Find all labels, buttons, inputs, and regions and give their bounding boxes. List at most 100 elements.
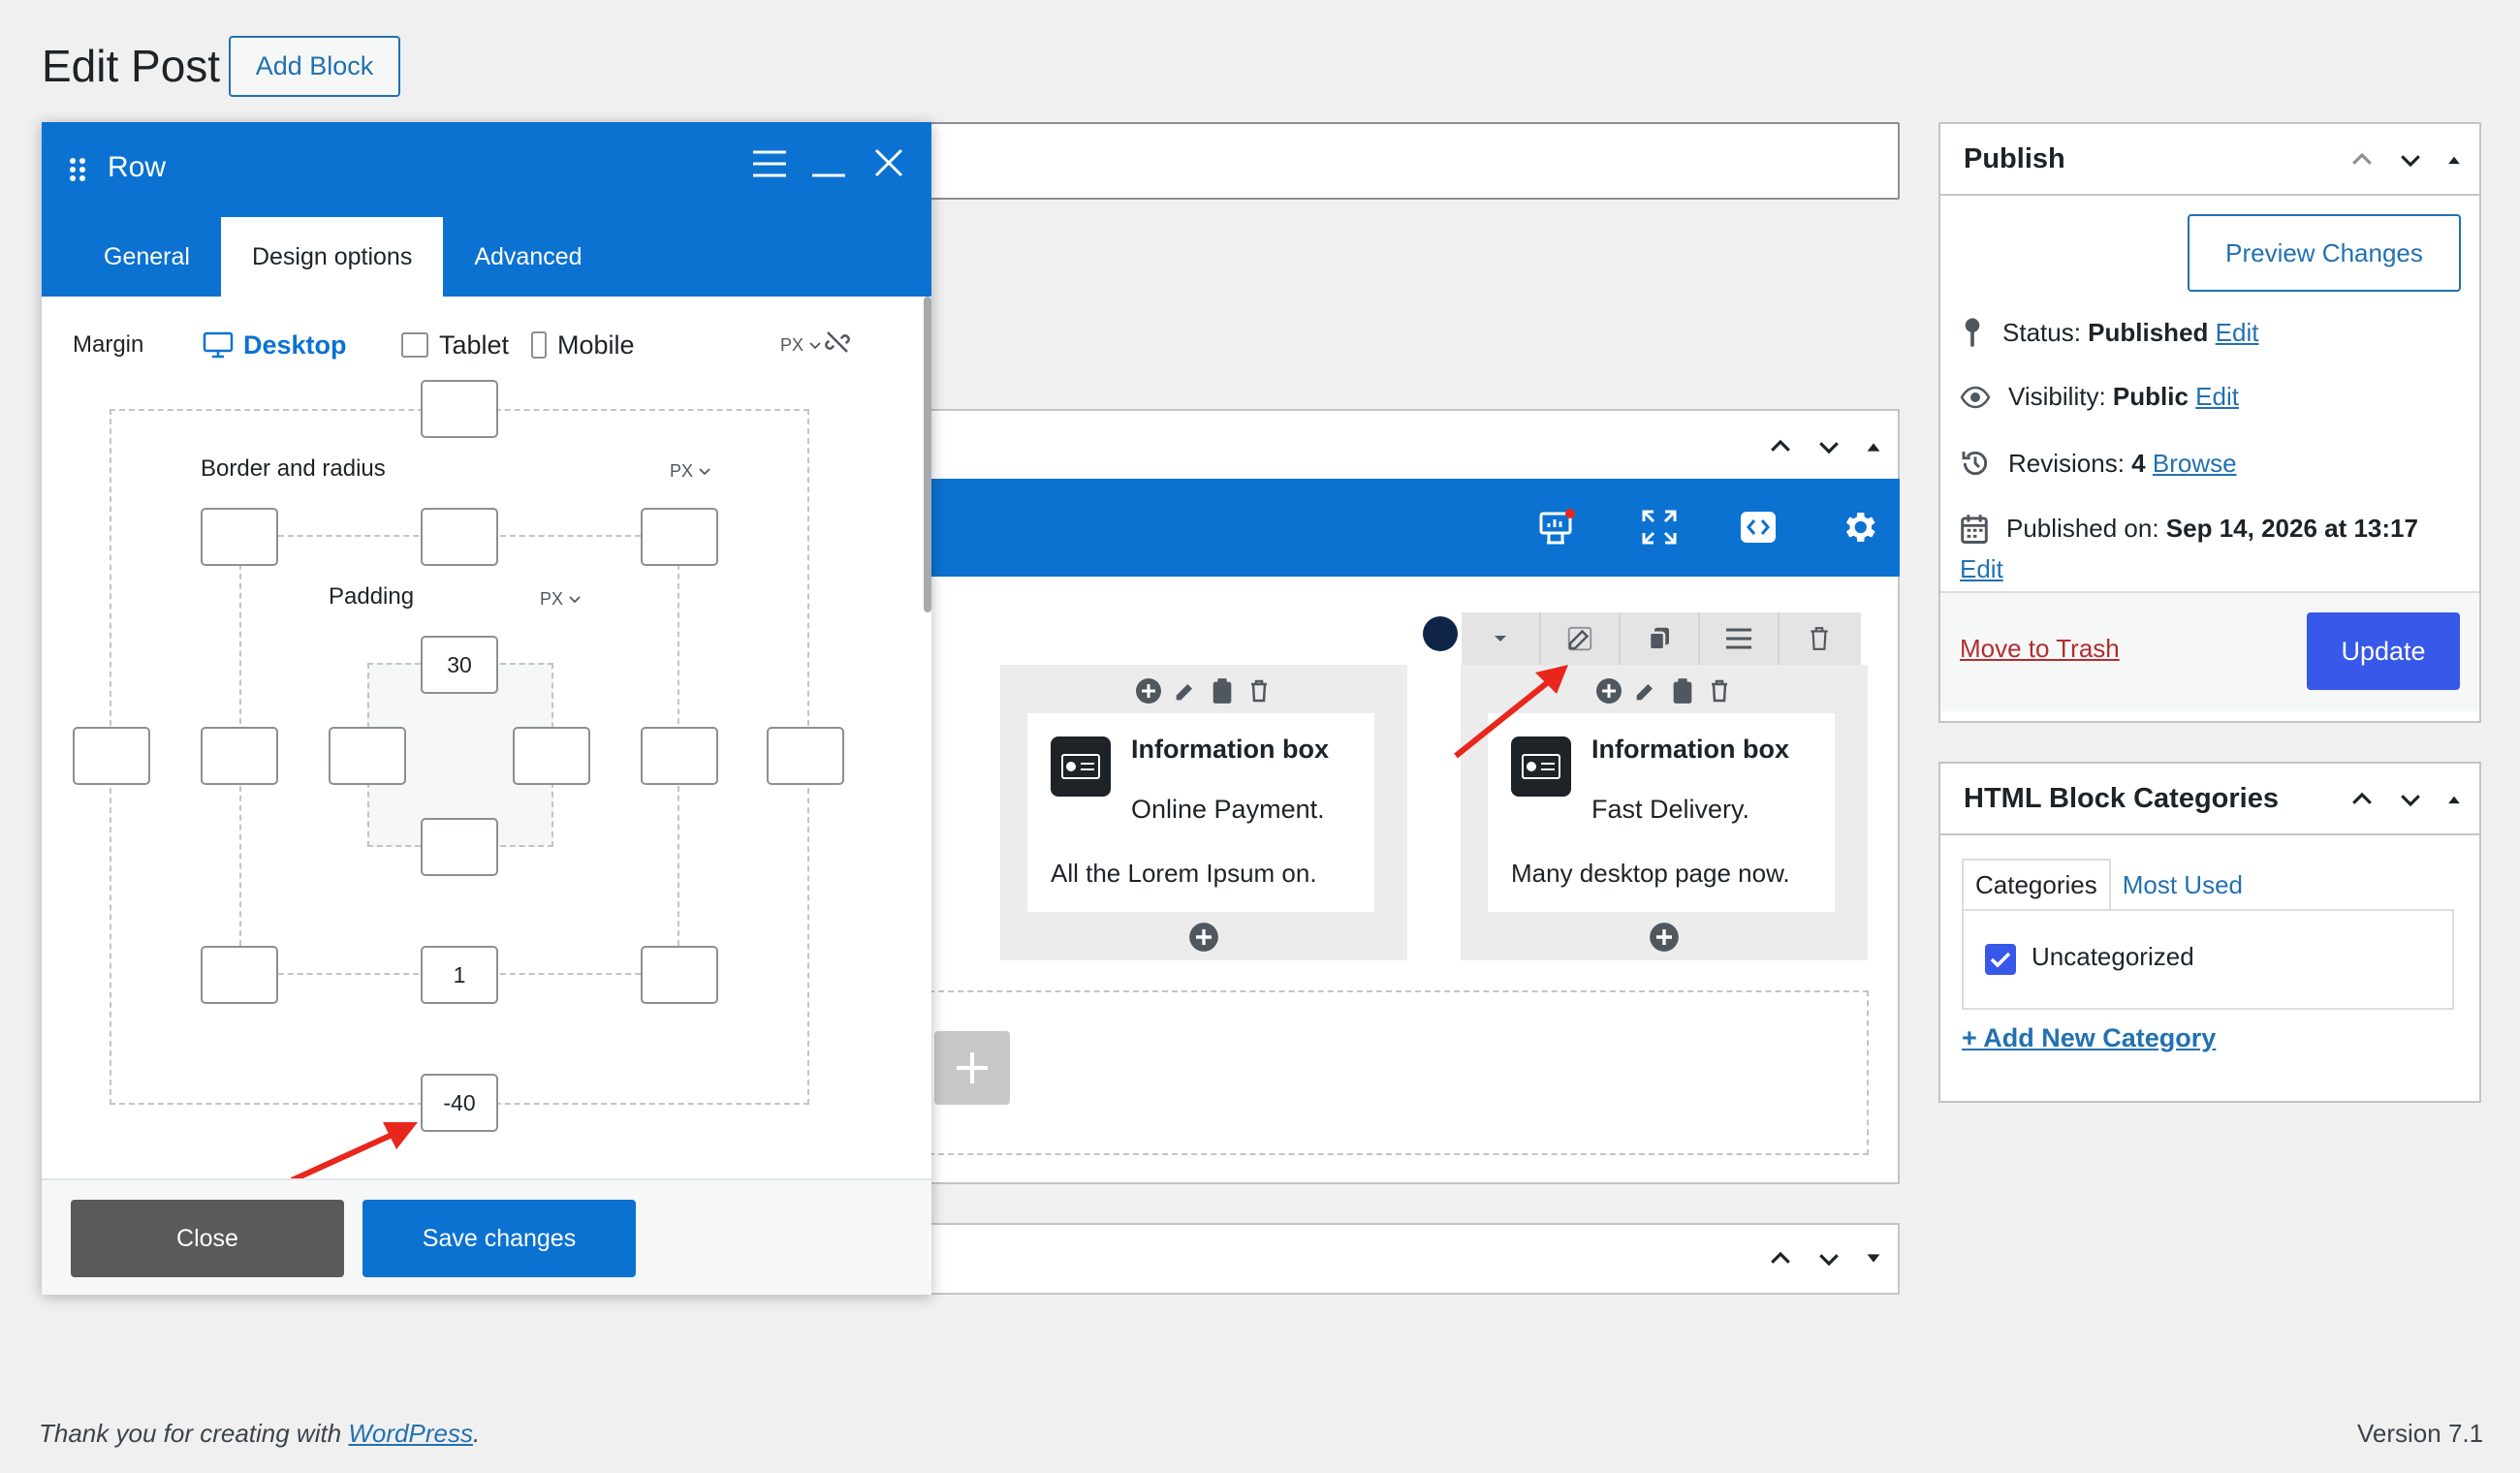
padding-left-input[interactable] xyxy=(329,727,406,785)
minimize-icon[interactable] xyxy=(810,149,847,178)
border-radius-label: Border and radius xyxy=(201,455,386,482)
move-down-icon[interactable] xyxy=(1814,432,1843,461)
browse-revisions-link[interactable]: Browse xyxy=(2153,449,2237,478)
tab-most-used[interactable]: Most Used xyxy=(2111,859,2254,911)
published-on-row: Published on: Sep 14, 2026 at 13:17 xyxy=(1960,514,2418,545)
published-on-label: Published on: xyxy=(2006,514,2159,543)
collapse-toggle-icon[interactable] xyxy=(1863,436,1884,457)
clipboard-icon[interactable] xyxy=(1208,676,1237,705)
border-radius-bottom-right-input[interactable] xyxy=(641,946,718,1004)
delete-icon[interactable] xyxy=(1244,676,1274,705)
footer-thanks-text: Thank you for creating with xyxy=(39,1419,349,1448)
add-row-button[interactable] xyxy=(934,1031,1010,1105)
collapse-toggle-icon[interactable] xyxy=(2444,150,2464,170)
add-block-button[interactable]: Add Block xyxy=(229,36,400,97)
margin-top-input[interactable] xyxy=(421,380,498,438)
device-mobile[interactable]: Mobile xyxy=(530,326,635,364)
wordpress-link[interactable]: WordPress xyxy=(348,1419,473,1448)
page-title: Edit Post xyxy=(42,41,221,91)
edit-date-link[interactable]: Edit xyxy=(1960,554,2003,584)
collapse-toggle-icon[interactable] xyxy=(2444,790,2464,809)
menu-icon[interactable] xyxy=(1700,612,1780,665)
tab-general[interactable]: General xyxy=(73,217,221,297)
revisions-value: 4 xyxy=(2131,448,2146,478)
padding-unit-value: PX xyxy=(540,589,564,609)
border-top-input[interactable] xyxy=(421,508,498,566)
border-radius-bottom-left-input[interactable] xyxy=(201,946,278,1004)
calendar-icon xyxy=(1961,515,1988,545)
border-unit-value: PX xyxy=(670,461,694,481)
close-icon[interactable] xyxy=(873,147,904,178)
bottom-metabox xyxy=(911,1223,1900,1295)
edit-icon[interactable] xyxy=(1171,676,1200,705)
save-changes-button[interactable]: Save changes xyxy=(362,1200,636,1277)
metabox-header xyxy=(913,411,1898,481)
border-radius-top-right-input[interactable] xyxy=(641,508,718,566)
move-up-icon[interactable] xyxy=(1766,1244,1795,1273)
builder-toolbar xyxy=(911,479,1900,577)
edit-icon[interactable] xyxy=(1631,676,1660,705)
add-new-category-link[interactable]: + Add New Category xyxy=(1962,1023,2216,1053)
publish-box-controls xyxy=(2347,145,2464,174)
edit-status-link[interactable]: Edit xyxy=(2216,318,2259,347)
add-icon[interactable] xyxy=(1134,676,1163,705)
edit-visibility-link[interactable]: Edit xyxy=(2195,382,2239,411)
border-bottom-input[interactable] xyxy=(421,946,498,1004)
move-up-icon[interactable] xyxy=(2347,145,2377,174)
info-box-icon xyxy=(1051,736,1111,797)
move-down-icon[interactable] xyxy=(2396,785,2425,814)
uncategorized-checkbox[interactable] xyxy=(1985,944,2016,975)
update-button[interactable]: Update xyxy=(2307,612,2460,690)
padding-unit-select[interactable]: PX xyxy=(540,589,581,610)
padding-right-input[interactable] xyxy=(513,727,590,785)
add-element-icon[interactable] xyxy=(1188,922,1219,953)
settings-gear-icon[interactable] xyxy=(1834,502,1884,552)
tab-advanced[interactable]: Advanced xyxy=(443,217,613,297)
move-up-icon[interactable] xyxy=(1766,432,1795,461)
delete-icon[interactable] xyxy=(1705,676,1734,705)
panel-tabs: General Design options Advanced xyxy=(73,217,614,297)
code-view-icon[interactable] xyxy=(1733,502,1783,552)
margin-right-input[interactable] xyxy=(767,727,844,785)
border-right-input[interactable] xyxy=(641,727,718,785)
add-icon[interactable] xyxy=(1594,676,1623,705)
close-button[interactable]: Close xyxy=(71,1200,344,1277)
device-desktop[interactable]: Desktop xyxy=(203,326,347,364)
border-left-input[interactable] xyxy=(201,727,278,785)
tab-categories[interactable]: Categories xyxy=(1962,859,2111,911)
move-to-trash-link[interactable]: Move to Trash xyxy=(1960,634,2120,664)
margin-left-input[interactable] xyxy=(73,727,150,785)
move-down-icon[interactable] xyxy=(1814,1244,1843,1273)
move-down-icon[interactable] xyxy=(2396,145,2425,174)
clipboard-icon[interactable] xyxy=(1668,676,1697,705)
notifications-icon[interactable] xyxy=(1531,502,1582,552)
drag-handle-icon[interactable] xyxy=(69,157,86,182)
margin-label: Margin xyxy=(73,331,144,358)
drag-handle-dot[interactable] xyxy=(1423,616,1458,651)
add-element-icon[interactable] xyxy=(1649,922,1680,953)
move-up-icon[interactable] xyxy=(2347,785,2377,814)
hamburger-menu-icon[interactable] xyxy=(751,149,788,178)
margin-unit-select[interactable]: PX xyxy=(780,335,821,356)
published-on-value: Sep 14, 2026 at 13:17 xyxy=(2165,514,2418,543)
fullscreen-icon[interactable] xyxy=(1634,502,1685,552)
tab-design-options[interactable]: Design options xyxy=(220,217,444,297)
margin-bottom-input[interactable] xyxy=(421,1074,498,1132)
publish-header: Publish xyxy=(1940,124,2479,196)
padding-bottom-input[interactable] xyxy=(421,818,498,876)
expand-toggle-icon[interactable] xyxy=(1863,1248,1884,1269)
border-radius-top-left-input[interactable] xyxy=(201,508,278,566)
border-unit-select[interactable]: PX xyxy=(670,461,710,482)
info-box-description: All the Lorem Ipsum on. xyxy=(1051,859,1317,888)
clone-icon[interactable] xyxy=(1621,612,1700,665)
unlink-icon[interactable] xyxy=(823,328,852,357)
padding-top-input[interactable] xyxy=(421,636,498,694)
info-box[interactable]: Information box Online Payment. All the … xyxy=(1027,713,1374,912)
preview-changes-button[interactable]: Preview Changes xyxy=(2188,214,2461,292)
delete-icon[interactable] xyxy=(1780,612,1859,665)
panel-scrollbar[interactable] xyxy=(924,297,931,612)
device-mobile-label: Mobile xyxy=(557,329,635,360)
panel-header: Row General Design options Advanced xyxy=(42,122,931,297)
post-title-input[interactable] xyxy=(911,122,1900,200)
device-tablet[interactable]: Tablet xyxy=(400,326,509,364)
